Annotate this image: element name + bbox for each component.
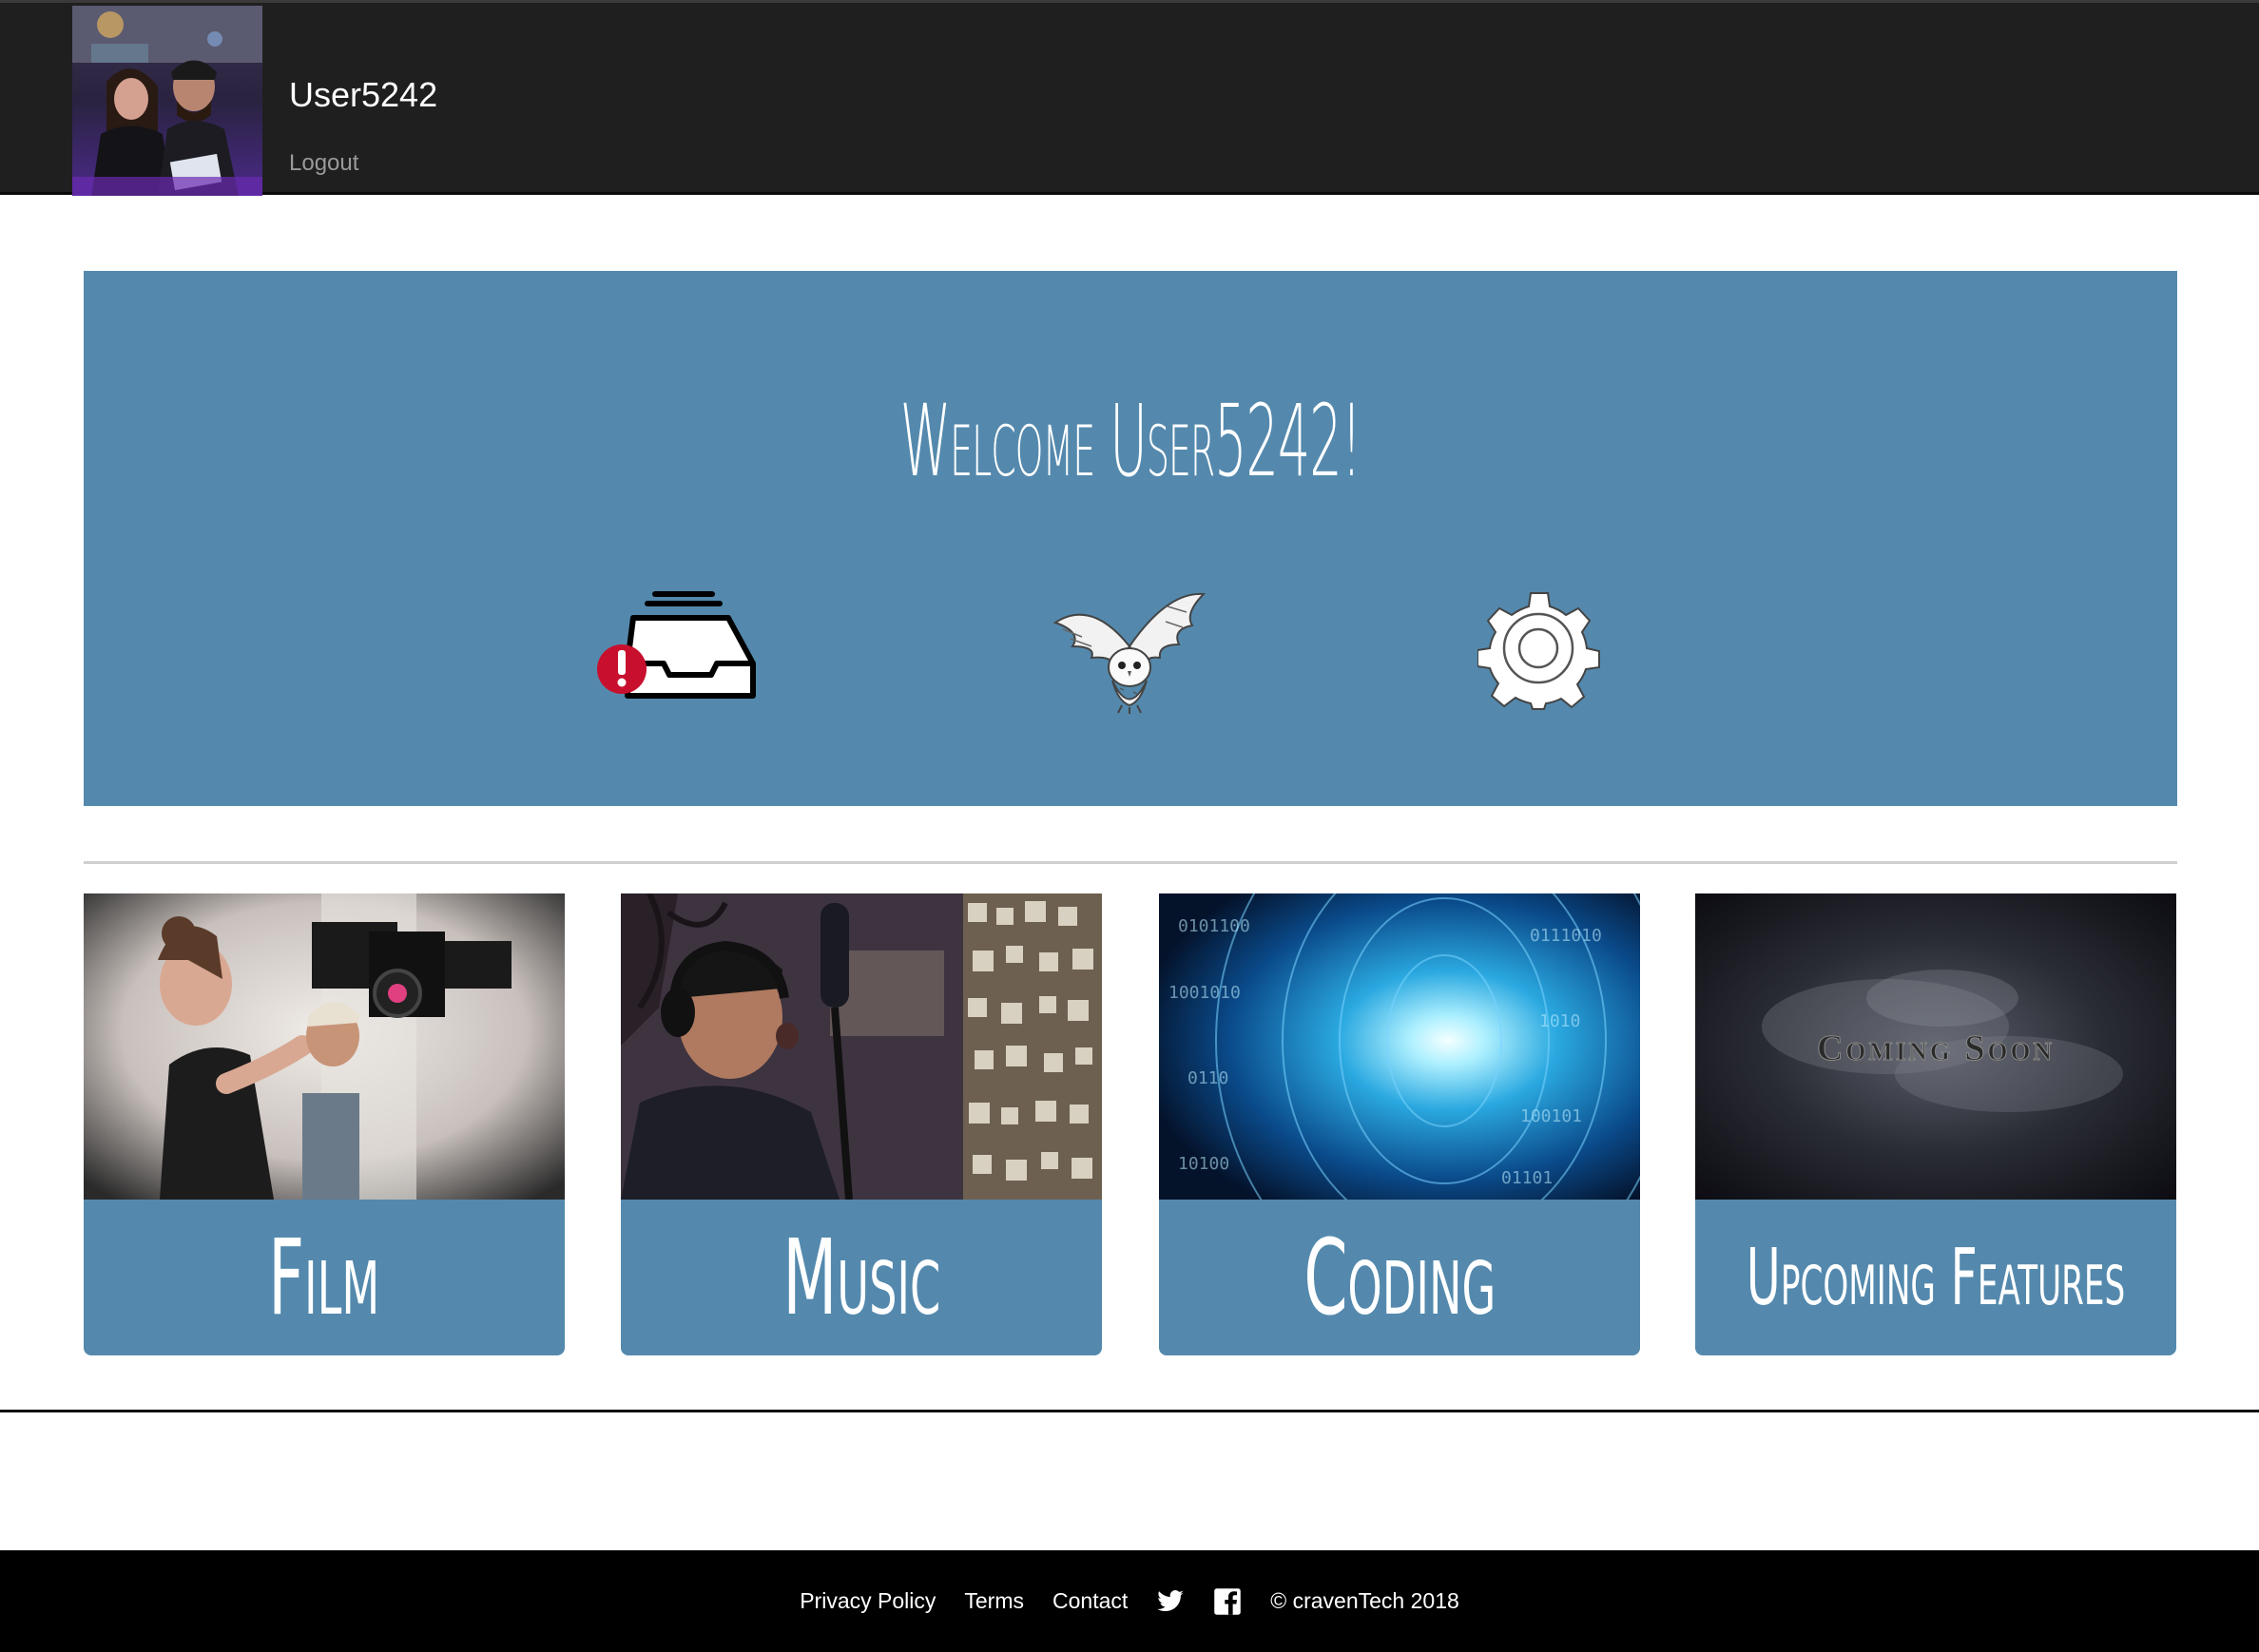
coding-image: 0101100 1001010 0110 10100 0111010 1010 … xyxy=(1159,893,1640,1200)
svg-text:0111010: 0111010 xyxy=(1530,926,1602,946)
card-upcoming-title: Upcoming Features xyxy=(1746,1232,2126,1323)
top-bar: User5242 Logout xyxy=(0,0,2259,196)
svg-text:0110: 0110 xyxy=(1187,1068,1228,1088)
music-image xyxy=(621,893,1102,1200)
film-image xyxy=(84,893,565,1200)
copyright-text: © cravenTech 2018 xyxy=(1270,1588,1459,1613)
logout-link[interactable]: Logout xyxy=(289,150,358,177)
terms-link[interactable]: Terms xyxy=(964,1588,1024,1614)
card-music[interactable]: Music xyxy=(621,893,1102,1355)
svg-text:1001010: 1001010 xyxy=(1168,983,1241,1003)
svg-text:100101: 100101 xyxy=(1520,1106,1582,1126)
card-label: Coding xyxy=(1159,1200,1640,1355)
card-coding-title: Coding xyxy=(1303,1217,1496,1338)
svg-text:10100: 10100 xyxy=(1178,1154,1229,1174)
section-divider xyxy=(84,861,2177,864)
facebook-icon[interactable] xyxy=(1213,1587,1242,1616)
card-film-title: Film xyxy=(268,1217,380,1338)
content-separator xyxy=(0,1410,2259,1412)
card-coding[interactable]: 0101100 1001010 0110 10100 0111010 1010 … xyxy=(1159,893,1640,1355)
card-upcoming-features[interactable]: Coming Soon Upcoming Features xyxy=(1695,893,2176,1355)
welcome-heading: Welcome User5242! xyxy=(899,383,1362,499)
welcome-panel: Welcome User5242! xyxy=(84,271,2177,806)
svg-text:01101: 01101 xyxy=(1501,1168,1553,1188)
card-film[interactable]: Film xyxy=(84,893,565,1355)
footer: Privacy Policy Terms Contact © cravenTec… xyxy=(0,1550,2259,1652)
username: User5242 xyxy=(289,75,438,114)
gear-icon[interactable] xyxy=(1477,589,1601,713)
owl-icon[interactable] xyxy=(1052,589,1207,715)
twitter-icon[interactable] xyxy=(1156,1587,1185,1616)
coming-soon-image: Coming Soon xyxy=(1695,893,2176,1200)
card-label: Film xyxy=(84,1200,565,1355)
svg-text:0101100: 0101100 xyxy=(1178,916,1250,936)
inbox-alert-icon[interactable] xyxy=(595,589,766,713)
privacy-policy-link[interactable]: Privacy Policy xyxy=(800,1588,936,1614)
card-label: Upcoming Features xyxy=(1695,1200,2176,1355)
card-music-title: Music xyxy=(782,1217,940,1338)
svg-text:1010: 1010 xyxy=(1539,1011,1580,1031)
card-label: Music xyxy=(621,1200,1102,1355)
contact-link[interactable]: Contact xyxy=(1052,1588,1128,1614)
coming-soon-text: Coming Soon xyxy=(1817,1028,2055,1068)
avatar[interactable] xyxy=(72,6,262,196)
